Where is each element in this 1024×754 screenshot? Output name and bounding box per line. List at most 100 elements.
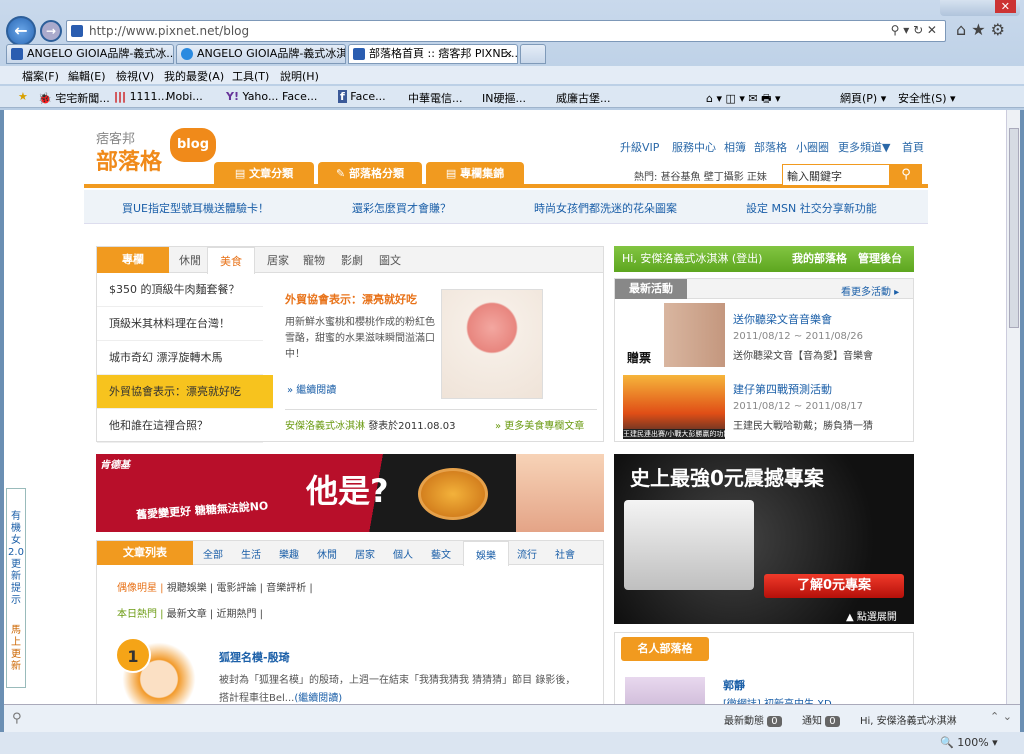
menu-edit[interactable]: 編輯(E) xyxy=(68,68,106,84)
read-more-link[interactable]: » 繼續閱讀 xyxy=(287,381,336,396)
scroll-thumb[interactable] xyxy=(1009,128,1019,328)
user-greeting[interactable]: Hi, 安傑洛義式冰淇淋 (登出) xyxy=(622,252,762,265)
column-list-item[interactable]: 他和誰在這裡合照？ xyxy=(97,409,263,443)
search-refresh-stop-icon[interactable]: ⚲ ▾ ↻ ✕ xyxy=(891,23,937,37)
link-service[interactable]: 服務中心 xyxy=(672,139,716,155)
hot-words[interactable]: 甚谷基魚 壁丁攝影 正妹 xyxy=(661,172,767,183)
tab-pixnet-blog[interactable]: 部落格首頁 :: 痞客邦 PIXNE... × xyxy=(348,44,518,64)
zoom-level[interactable]: 🔍 100% ▾ xyxy=(940,736,998,749)
search-icon[interactable]: ⚲ xyxy=(12,711,22,726)
fav-item[interactable]: ||| 1111... xyxy=(114,90,168,103)
tab-fun[interactable]: 樂趣 xyxy=(279,546,299,561)
promo-link[interactable]: 還彩怎麼買才會賺？ xyxy=(352,200,451,216)
tab-all[interactable]: 全部 xyxy=(203,546,223,561)
tab-home[interactable]: 居家 xyxy=(355,546,375,561)
more-events-link[interactable]: 看更多活動 ▸ xyxy=(841,283,899,298)
tab-close-icon[interactable]: × xyxy=(504,45,513,63)
tab-drama[interactable]: 影劇 xyxy=(341,252,363,268)
fav-item[interactable]: f Face... xyxy=(338,90,386,103)
fav-item[interactable]: 威廉古堡... xyxy=(556,90,611,106)
link-blog[interactable]: 部落格 xyxy=(754,139,787,155)
home-star-gear-icon[interactable]: ⌂ ★ ⚙ xyxy=(956,20,1005,39)
search-input[interactable]: 輸入關鍵字 xyxy=(782,164,890,186)
news-indicator[interactable]: 最新動態 0 xyxy=(724,712,782,727)
subtab-today-hot[interactable]: 本日熱門 | xyxy=(117,609,164,620)
link-home[interactable]: 首頁 xyxy=(902,139,924,155)
address-url[interactable]: http://www.pixnet.net/blog xyxy=(89,24,249,38)
tab-food[interactable]: 美食 xyxy=(207,247,255,274)
more-food-link[interactable]: » 更多美食專欄文章 xyxy=(495,417,584,432)
subcat-film[interactable]: 電影評論 | xyxy=(217,583,264,594)
event-title[interactable]: 建仔第四戰預測活動 xyxy=(733,381,832,397)
menu-help[interactable]: 說明(H) xyxy=(280,68,319,84)
tab-pets[interactable]: 寵物 xyxy=(303,252,325,268)
my-blog-link[interactable]: 我的部落格 xyxy=(792,246,847,272)
celebrity-photo[interactable] xyxy=(625,677,705,704)
nav-columns[interactable]: ▤ 專欄集錦 xyxy=(426,162,524,186)
celebrity-name[interactable]: 郭靜 xyxy=(723,677,745,693)
notice-indicator[interactable]: 通知 0 xyxy=(802,712,840,727)
fav-item[interactable]: Y! Yaho... xyxy=(226,90,278,103)
side-update-button[interactable]: 馬上更新 xyxy=(7,625,25,673)
subtab-latest[interactable]: 最新文章 | xyxy=(167,609,214,620)
status-user[interactable]: Hi, 安傑洛義式冰淇淋 xyxy=(860,712,957,727)
tab-arts[interactable]: 藝文 xyxy=(431,546,451,561)
favorites-star-icon[interactable]: ★ xyxy=(18,90,28,103)
nav-blog-categories[interactable]: ✎ 部落格分類 xyxy=(318,162,422,186)
learn-more-button[interactable]: 了解0元專案 xyxy=(764,574,904,598)
tab-leisure[interactable]: 休閒 xyxy=(317,546,337,561)
column-list-item-active[interactable]: 外貿協會表示：漂亮就好吃 xyxy=(97,375,273,409)
fav-item[interactable]: Mobi... xyxy=(166,90,203,103)
address-bar[interactable]: http://www.pixnet.net/blog ⚲ ▾ ↻ ✕ xyxy=(66,20,946,42)
celebrity-post[interactable]: [微網誌] 初新高中生 XD xyxy=(723,695,832,704)
promo-link[interactable]: 買UE指定型號耳機送體驗卡！ xyxy=(122,200,269,216)
column-list-item[interactable]: $350 的頂級牛肉麵套餐？ xyxy=(97,273,263,307)
fav-item[interactable]: Face... xyxy=(282,90,317,103)
menu-favorites[interactable]: 我的最愛(A) xyxy=(164,68,224,84)
safety-menu[interactable]: 安全性(S) ▾ xyxy=(898,90,956,106)
article-title[interactable]: 狐狸名模-殷琦 xyxy=(219,649,290,665)
subcat-music[interactable]: 音樂評析 | xyxy=(266,583,313,594)
tab-leisure[interactable]: 休閒 xyxy=(179,252,201,268)
fav-item[interactable]: 中華電信... xyxy=(408,90,463,106)
tab-comics[interactable]: 圖文 xyxy=(379,252,401,268)
search-icon[interactable]: ⚲ xyxy=(890,164,922,186)
printer-ad[interactable]: 史上最強0元震撼專案 了解0元專案 ▲ 點選展開 xyxy=(614,454,914,624)
menu-view[interactable]: 檢視(V) xyxy=(116,68,154,84)
subcat-av[interactable]: 視聽娛樂 | xyxy=(167,583,214,594)
kfc-ad-banner[interactable]: 肯德基 舊愛變更好 糖糖無法說NO 他是? xyxy=(96,454,604,532)
menu-file[interactable]: 檔案(F) xyxy=(22,68,59,84)
back-button[interactable]: ← xyxy=(6,16,36,46)
vertical-scrollbar[interactable] xyxy=(1006,110,1020,704)
promo-link[interactable]: 時尚女孩們都洗迷的花朵圖案 xyxy=(534,200,677,216)
menu-tools[interactable]: 工具(T) xyxy=(232,68,269,84)
event-image-baseball[interactable]: 王建民連出賽/小戰大彭勝贏的功能 xyxy=(623,375,725,439)
ice-cream-image[interactable] xyxy=(441,289,543,399)
article-read-more[interactable]: (繼續閱讀) xyxy=(294,693,342,704)
tab-society[interactable]: 社會 xyxy=(555,546,575,561)
tab-fashion[interactable]: 流行 xyxy=(517,546,537,561)
promo-link[interactable]: 設定 MSN 社交分享新功能 xyxy=(746,200,877,216)
author-link[interactable]: 安傑洛義式冰淇淋 xyxy=(285,421,365,432)
chevron-icons[interactable]: ⌃ ⌄ xyxy=(990,710,1012,723)
link-more-channels[interactable]: 更多頻道▼ xyxy=(838,139,890,155)
nav-article-categories[interactable]: ▤ 文章分類 xyxy=(214,162,314,186)
column-list-item[interactable]: 頂級米其林料理在台灣！ xyxy=(97,307,263,341)
link-group[interactable]: 小圈圈 xyxy=(796,139,829,155)
event-title[interactable]: 送你聽梁文音音樂會 xyxy=(733,311,832,327)
page-menu[interactable]: 網頁(P) ▾ xyxy=(840,90,886,106)
subcat-idols[interactable]: 偶像明星 | xyxy=(117,583,164,594)
tab-angelo-2[interactable]: ANGELO GIOIA品牌-義式冰淇... xyxy=(176,44,346,64)
column-list-item[interactable]: 城市奇幻 漂浮旋轉木馬 xyxy=(97,341,263,375)
home-rss-mail-print-icons[interactable]: ⌂ ▾ ◫ ▾ ✉ 🖶 ▾ xyxy=(706,90,781,109)
tab-home[interactable]: 居家 xyxy=(267,252,289,268)
feature-title[interactable]: 外貿協會表示：漂亮就好吃 xyxy=(285,291,417,307)
link-album[interactable]: 相簿 xyxy=(724,139,746,155)
new-tab-button[interactable] xyxy=(520,44,546,64)
subtab-recent-hot[interactable]: 近期熱門 | xyxy=(217,609,264,620)
forward-button[interactable]: → xyxy=(40,20,62,42)
expand-link[interactable]: ▲ 點選展開 xyxy=(846,608,897,623)
tab-angelo-1[interactable]: ANGELO GIOIA品牌-義式冰... xyxy=(6,44,174,64)
link-vip[interactable]: 升級VIP xyxy=(620,139,659,155)
fav-item[interactable]: 🐞 宅宅新聞... xyxy=(38,90,110,106)
